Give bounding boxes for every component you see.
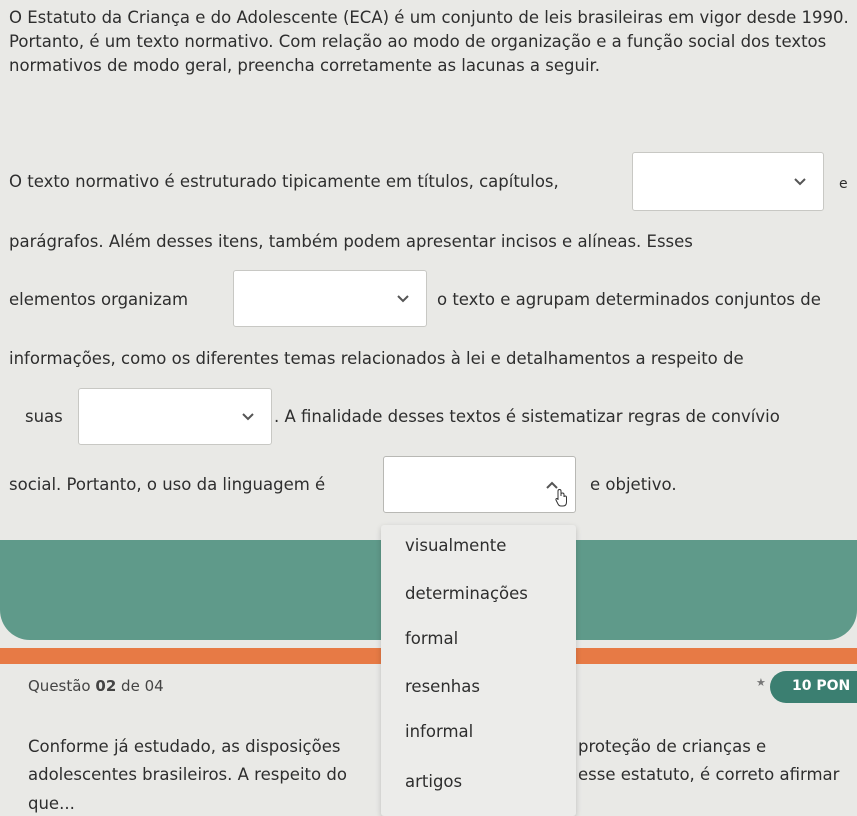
dropdown-option[interactable]: resenhas (405, 677, 480, 696)
question-counter: Questão 02 de 04 (28, 677, 164, 695)
question-2-line-2b: esse estatuto, é correto afirmar (578, 765, 840, 784)
passage-line-6b: e objetivo. (590, 475, 677, 494)
passage-line-1b: e (839, 176, 848, 192)
dropdown-options-menu: visualmente determinações formal resenha… (381, 525, 576, 816)
passage-line-1a: O texto normativo é estruturado tipicame… (9, 172, 559, 191)
dropdown-option[interactable]: determinações (405, 584, 528, 603)
required-star-icon: ★ (756, 676, 766, 689)
chevron-down-icon (397, 294, 409, 302)
blank-dropdown-1[interactable] (632, 152, 824, 211)
passage-line-4: informações, como os diferentes temas re… (9, 349, 744, 368)
dropdown-option[interactable]: informal (405, 722, 473, 741)
passage-line-2: parágrafos. Além desses itens, também po… (9, 232, 693, 251)
dropdown-option[interactable]: artigos (405, 772, 462, 791)
passage-line-5b: . A finalidade desses textos é sistemati… (274, 407, 780, 426)
question-2-line-2a: adolescentes brasileiros. A respeito do (28, 765, 347, 784)
chevron-down-icon (794, 177, 806, 185)
blank-dropdown-4-open[interactable] (383, 456, 576, 513)
passage-line-6a: social. Portanto, o uso da linguagem é (9, 475, 326, 494)
blank-dropdown-3[interactable] (78, 388, 272, 445)
chevron-down-icon (242, 412, 254, 420)
dropdown-option[interactable]: visualmente (405, 536, 506, 555)
question-2-line-1a: Conforme já estudado, as disposições (28, 737, 341, 756)
passage-line-3b: o texto e agrupam determinados conjuntos… (437, 290, 821, 309)
passage-line-3a: elementos organizam (9, 290, 189, 309)
blank-dropdown-2[interactable] (233, 270, 427, 327)
question-2-line-1b: proteção de crianças e (578, 737, 767, 756)
question-intro: O Estatuto da Criança e do Adolescente (… (9, 8, 849, 75)
points-badge: 10 PON (770, 671, 857, 703)
passage-line-5a: suas (25, 407, 63, 426)
mouse-pointer-icon (555, 488, 567, 507)
question-2-line-3: que... (28, 794, 75, 813)
dropdown-option[interactable]: formal (405, 629, 458, 648)
